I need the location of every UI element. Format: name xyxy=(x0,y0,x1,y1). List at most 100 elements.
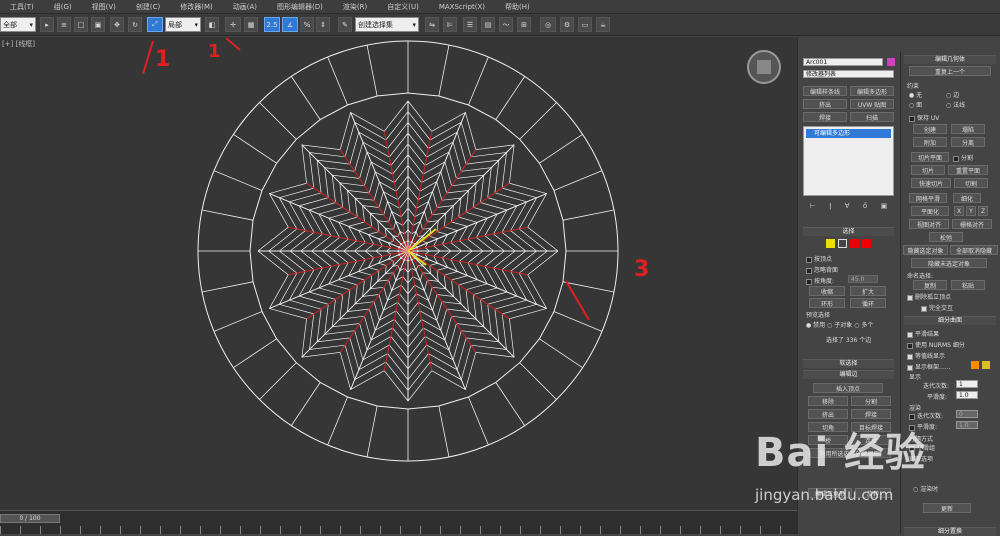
smooth-result-checkbox[interactable]: 平滑结果 xyxy=(907,329,939,338)
full-interactivity-checkbox[interactable]: 完全交互 xyxy=(921,303,953,312)
unhide-all-button[interactable]: 全部取消隐藏 xyxy=(950,245,998,255)
modifier-list-dropdown[interactable]: 修改器列表 xyxy=(803,70,894,78)
slice-plane-button[interactable]: 切片平面 xyxy=(911,152,949,162)
update-button[interactable]: 更新 xyxy=(923,503,971,513)
snap-toggle-icon[interactable]: 2.5 xyxy=(264,17,280,32)
weld-edge-button[interactable]: 焊接 xyxy=(851,409,891,419)
collapse-button[interactable]: 塌陷 xyxy=(951,124,985,134)
hide-unselected-button[interactable]: 隐藏未选定对象 xyxy=(911,258,987,268)
remove-button[interactable]: 移除 xyxy=(808,396,848,406)
smoothness-field[interactable]: 1.0 xyxy=(956,391,978,399)
ignore-backface-box[interactable] xyxy=(806,267,812,274)
remove-modifier-icon[interactable]: ő xyxy=(863,202,867,212)
polygon-level-icon[interactable] xyxy=(862,239,871,248)
menu-item-3[interactable]: 创建(C) xyxy=(126,2,170,12)
make-planar-button[interactable]: 平面化 xyxy=(911,206,949,216)
angle-snap-icon[interactable]: ∡ xyxy=(282,17,298,32)
reference-coord-dropdown[interactable]: 局部 ▾ xyxy=(165,17,201,32)
tessellate-button[interactable]: 细化 xyxy=(953,193,981,203)
ribbon-icon[interactable]: ▤ xyxy=(481,17,495,32)
grid-align-button[interactable]: 栅格对齐 xyxy=(952,219,992,229)
constraint-normal-radio[interactable]: ○ 法线 xyxy=(946,100,965,109)
pivot-center-icon[interactable]: ◧ xyxy=(205,17,219,32)
slice-button[interactable]: 切片 xyxy=(911,165,945,175)
layer-manager-icon[interactable]: ☰ xyxy=(463,17,477,32)
edit-poly-button[interactable]: 编辑多边形 xyxy=(850,86,894,96)
repeat-last-button[interactable]: 重复上一个 xyxy=(909,66,991,76)
render-iterations-box[interactable] xyxy=(909,413,915,420)
edit-geometry-rollout-header[interactable]: 编辑几何体 xyxy=(904,55,996,64)
menu-item-9[interactable]: MAXScript(X) xyxy=(429,3,495,11)
render-setup-icon[interactable]: ⚙ xyxy=(560,17,574,32)
constraint-edge-radio[interactable]: ○ 边 xyxy=(946,90,959,99)
sweep-button[interactable]: 扫描 xyxy=(850,112,894,122)
angle-value-field[interactable]: 45.0 xyxy=(848,275,878,283)
insert-vertex-button[interactable]: 插入顶点 xyxy=(813,383,883,393)
delete-isolated-checkbox[interactable]: 删除孤立顶点 xyxy=(907,292,951,301)
extrude-button[interactable]: 挤出 xyxy=(803,99,847,109)
perspective-viewport[interactable]: [+] [线框] 1 1 3 xyxy=(0,37,797,510)
render-iterations-checkbox[interactable]: 迭代次数: xyxy=(909,411,943,420)
mirror-icon[interactable]: ⇋ xyxy=(425,17,439,32)
by-vertex-box[interactable] xyxy=(806,256,812,263)
render-iterations-field[interactable]: 0 xyxy=(956,410,978,418)
menu-item-7[interactable]: 渲染(R) xyxy=(333,2,377,12)
planar-x-button[interactable]: X xyxy=(954,206,964,216)
uvw-map-button[interactable]: UVW 贴图 xyxy=(850,99,894,109)
render-smoothness-field[interactable]: 1.0 xyxy=(956,421,978,429)
scale-icon[interactable]: ⤢ xyxy=(147,17,163,32)
menu-item-2[interactable]: 视图(V) xyxy=(82,2,126,12)
modifier-stack[interactable]: 可编辑多边形 xyxy=(803,126,894,196)
use-nurms-box[interactable] xyxy=(907,342,913,349)
viewcube-face-icon[interactable] xyxy=(757,60,771,74)
iterations-field[interactable]: 1 xyxy=(956,380,978,388)
preserve-uv-box[interactable] xyxy=(909,115,915,122)
menu-item-1[interactable]: 组(G) xyxy=(44,2,82,12)
reset-plane-button[interactable]: 重置平面 xyxy=(948,165,988,175)
isoline-display-checkbox[interactable]: 等值线显示 xyxy=(907,351,945,360)
meshsmooth-button[interactable]: 网格平滑 xyxy=(909,193,947,203)
material-editor-icon[interactable]: ◎ xyxy=(540,17,556,32)
edit-spline-button[interactable]: 编辑样条线 xyxy=(803,86,847,96)
create-button[interactable]: 创建 xyxy=(913,124,947,134)
edge-level-icon[interactable] xyxy=(838,239,847,248)
split-checkbox[interactable]: 分割 xyxy=(953,153,973,162)
rect-region-icon[interactable]: □ xyxy=(74,17,88,32)
stack-item[interactable]: 可编辑多边形 xyxy=(806,129,891,138)
constraint-none-radio[interactable]: ● 无 xyxy=(909,90,922,99)
vertex-level-icon[interactable] xyxy=(826,239,835,248)
cut-button[interactable]: 切割 xyxy=(954,178,988,188)
menu-item-10[interactable]: 帮助(H) xyxy=(495,2,540,12)
menu-item-6[interactable]: 图形编辑器(D) xyxy=(267,2,333,12)
selection-rollout-header[interactable]: 选择 xyxy=(803,227,894,236)
attach-button[interactable]: 附加 xyxy=(913,137,947,147)
detach-button[interactable]: 分离 xyxy=(951,137,985,147)
schematic-view-icon[interactable]: ⊞ xyxy=(517,17,531,32)
ignore-backface-checkbox[interactable]: 忽略背面 xyxy=(806,265,838,274)
selection-filter-dropdown[interactable]: 全部 ▾ xyxy=(0,17,36,32)
make-unique-icon[interactable]: ∀ xyxy=(845,202,850,212)
isoline-display-box[interactable] xyxy=(907,353,913,360)
soft-selection-rollout-header[interactable]: 软选择 xyxy=(803,359,894,368)
ring-button[interactable]: 环形 xyxy=(809,298,845,308)
menu-item-0[interactable]: 工具(T) xyxy=(0,2,44,12)
configure-sets-icon[interactable]: ▣ xyxy=(881,202,888,212)
use-nurms-checkbox[interactable]: 使用 NURMS 细分 xyxy=(907,340,965,349)
render-icon[interactable]: ☕ xyxy=(596,17,610,32)
spinner-snap-icon[interactable]: ⇕ xyxy=(316,17,330,32)
show-end-icon[interactable]: ǀ xyxy=(829,202,831,212)
menu-item-5[interactable]: 动画(A) xyxy=(223,2,267,12)
hide-selected-button[interactable]: 隐藏选定对象 xyxy=(903,245,948,255)
select-by-name-icon[interactable]: ≡ xyxy=(57,17,71,32)
object-name-field[interactable]: Arc001 xyxy=(803,58,883,66)
shrink-button[interactable]: 收缩 xyxy=(809,286,845,296)
menu-item-8[interactable]: 自定义(U) xyxy=(377,2,429,12)
time-slider-thumb[interactable]: 0 / 100 xyxy=(0,514,60,523)
edit-named-sel-icon[interactable]: ✎ xyxy=(338,17,352,32)
planar-z-button[interactable]: Z xyxy=(978,206,988,216)
cage-color-yellow-swatch[interactable] xyxy=(982,361,990,369)
preserve-uv-checkbox[interactable]: 保持 UV xyxy=(909,113,939,122)
render-frame-icon[interactable]: ▭ xyxy=(578,17,592,32)
split-box[interactable] xyxy=(953,155,959,162)
by-angle-checkbox[interactable]: 按角度: xyxy=(806,276,834,285)
